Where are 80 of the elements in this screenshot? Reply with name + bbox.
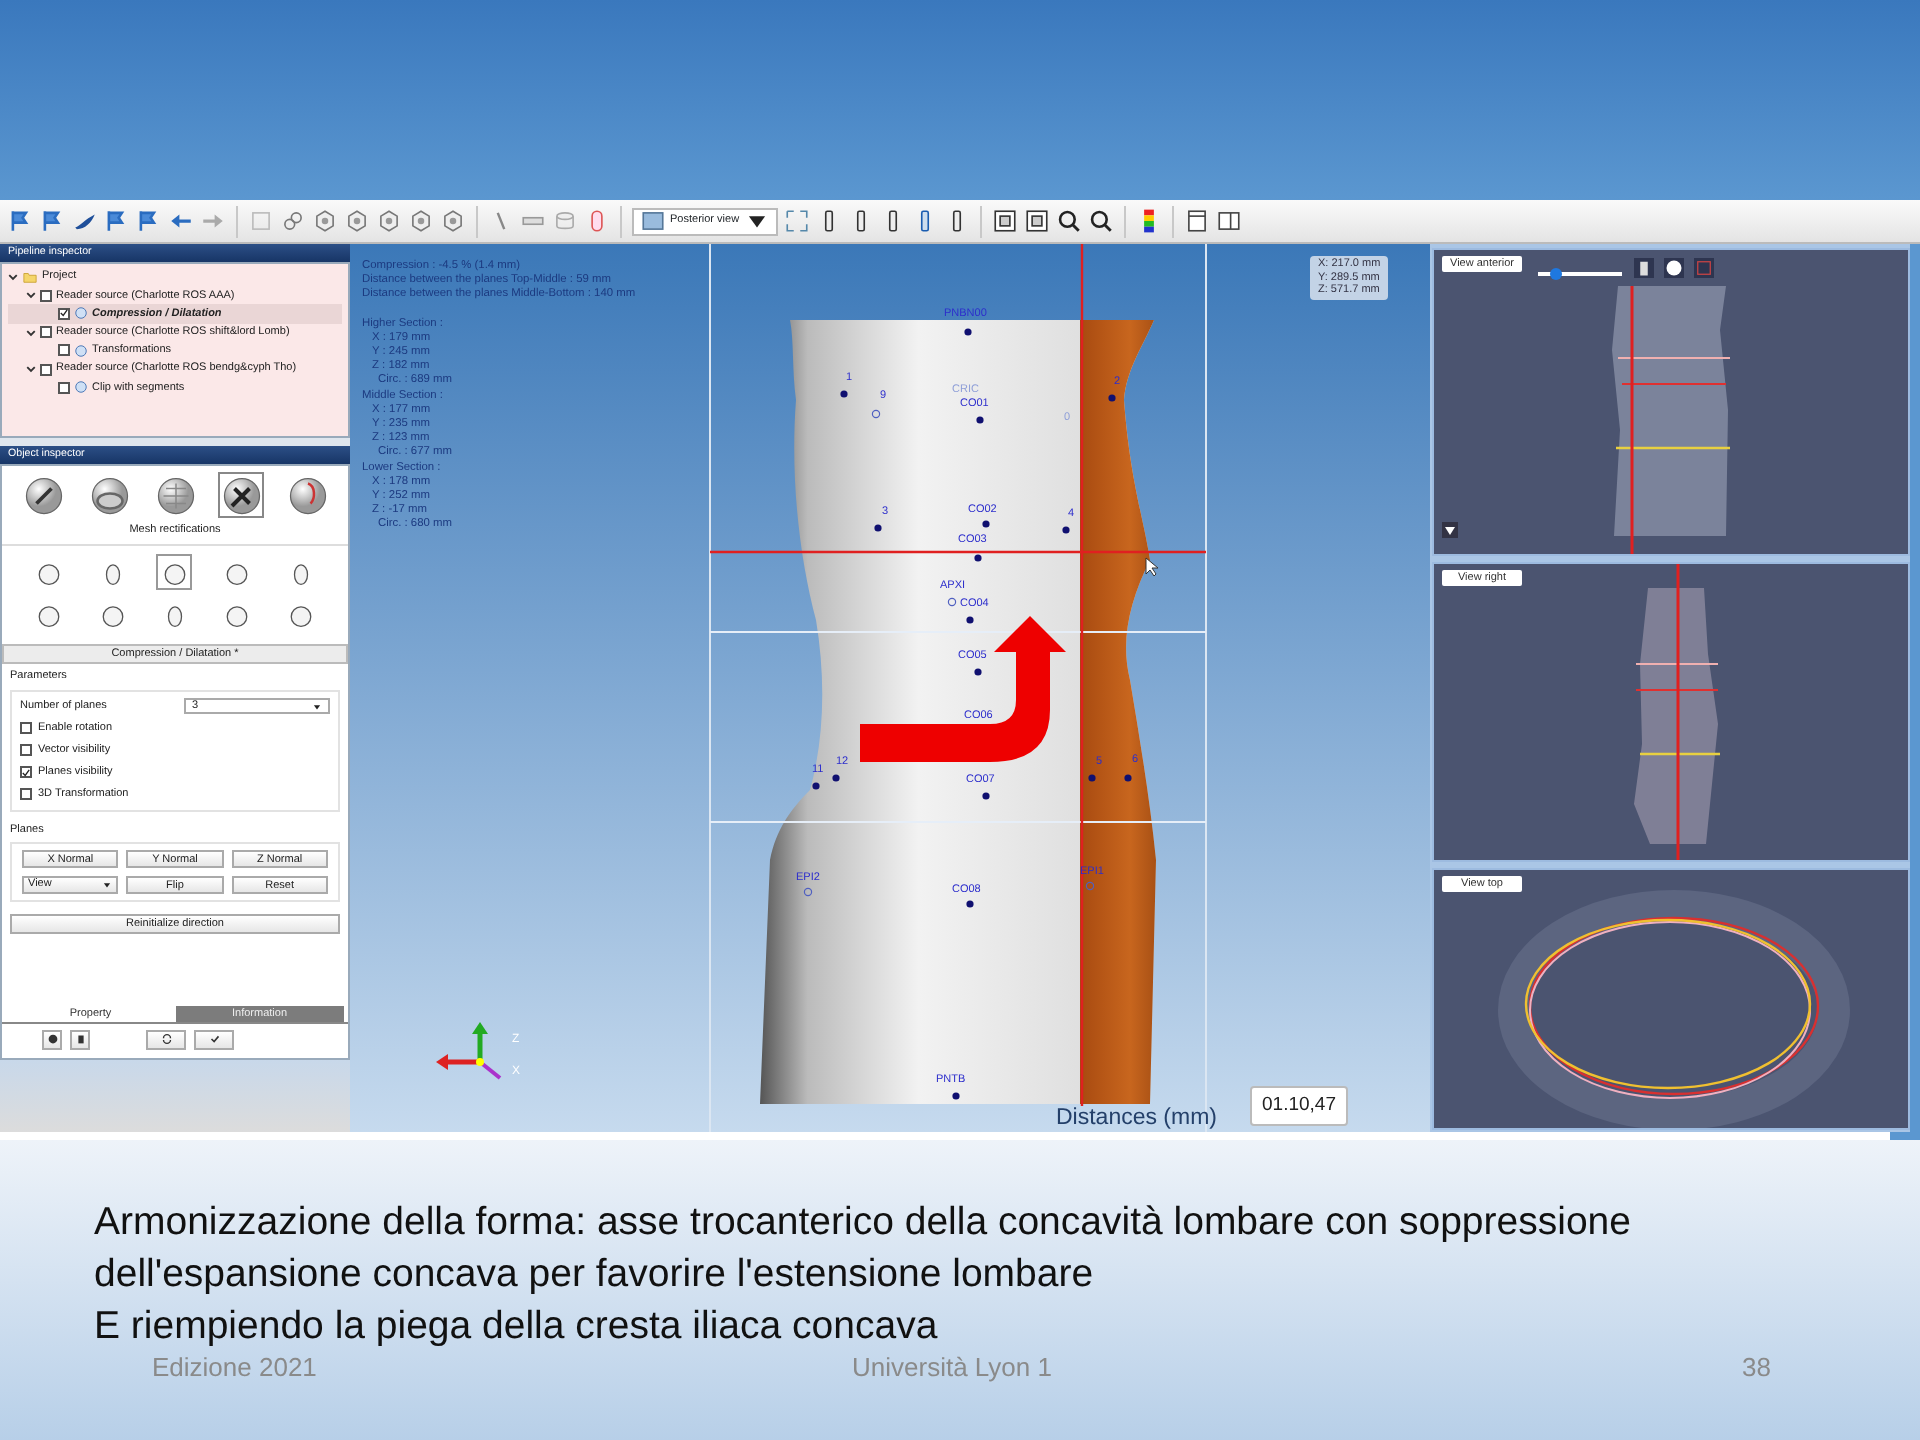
search-icon[interactable] xyxy=(1055,208,1082,234)
viewport[interactable] xyxy=(350,244,1430,1132)
check-icon[interactable] xyxy=(194,1030,234,1050)
flag-icon[interactable] xyxy=(104,208,130,234)
footer-text: Edizione 2021 xyxy=(152,1354,319,1382)
landmark-dot xyxy=(871,409,881,419)
hexagon-icon[interactable] xyxy=(376,208,402,234)
flag-icon[interactable] xyxy=(136,208,162,234)
landmark-dot xyxy=(803,887,813,897)
landmark-dot xyxy=(1062,526,1070,534)
sphere-icon xyxy=(74,380,88,395)
caption-text: Armonizzazione della forma: asse trocanterico della concavità lombare con soppressione dell'espansione concava per favorire l'estensione lombare xyxy=(94,1198,1633,1300)
checkbox[interactable] xyxy=(20,766,32,778)
landmark-dot xyxy=(812,782,820,790)
dropdown-icon[interactable] xyxy=(1442,522,1458,538)
trash-icon[interactable] xyxy=(70,1030,90,1050)
checkbox[interactable] xyxy=(40,289,52,302)
checkbox[interactable] xyxy=(58,381,70,394)
expand-icon[interactable] xyxy=(8,272,18,283)
landmark-dot xyxy=(1085,881,1095,891)
landmark-dot xyxy=(974,554,982,562)
view-icon xyxy=(640,208,666,234)
axes-drawing xyxy=(436,1022,502,1080)
flag-icon[interactable] xyxy=(8,208,34,234)
checkbox[interactable] xyxy=(40,363,52,376)
checkbox[interactable] xyxy=(40,326,52,339)
window-icon[interactable] xyxy=(1183,208,1210,234)
landmark-dot xyxy=(966,900,974,908)
landmark-dot xyxy=(982,520,990,528)
hexagon-icon[interactable] xyxy=(440,208,466,234)
cursor-icon xyxy=(1145,557,1159,577)
expand-icon[interactable] xyxy=(26,290,36,301)
slider-thumb[interactable] xyxy=(1550,267,1563,279)
search-icon[interactable] xyxy=(1087,208,1114,234)
landmark-dot xyxy=(1108,394,1116,402)
tools-icon[interactable] xyxy=(218,472,264,518)
caption-text: E riempiendo la piega della cresta iliaca concava xyxy=(94,1302,940,1352)
landmark-dot xyxy=(974,668,982,676)
landmark-dot xyxy=(947,597,957,607)
circle-icon[interactable] xyxy=(1664,258,1684,278)
sphere-icon[interactable] xyxy=(284,472,330,518)
refresh-icon[interactable] xyxy=(146,1030,186,1050)
landmark-dot xyxy=(952,1092,960,1100)
folder-icon xyxy=(22,270,38,285)
help-icon[interactable] xyxy=(42,1030,62,1050)
shapes-icon[interactable] xyxy=(86,472,132,518)
mesh-sphere-icon[interactable] xyxy=(152,472,198,518)
legend-title: Distances (mm) xyxy=(1056,1104,1218,1134)
landmark-dot xyxy=(1124,774,1132,782)
caret-icon xyxy=(102,879,113,890)
hexagon-icon[interactable] xyxy=(312,208,338,234)
expand-icon[interactable] xyxy=(26,327,36,338)
grid-icon[interactable] xyxy=(1023,208,1050,234)
flag-icon[interactable] xyxy=(40,208,66,234)
panel-icon[interactable] xyxy=(1215,208,1242,234)
checkbox[interactable] xyxy=(58,307,70,320)
checkbox[interactable] xyxy=(20,722,32,734)
landmark-dot xyxy=(964,328,972,336)
landmark-dot xyxy=(840,390,848,398)
hexagon-icon[interactable] xyxy=(408,208,434,234)
pencil-icon[interactable] xyxy=(20,472,66,518)
grid-icon[interactable] xyxy=(991,208,1018,234)
time-tooltip: 01.10,47 xyxy=(1250,1086,1348,1127)
hexagon-icon[interactable] xyxy=(344,208,370,234)
landmark-dot xyxy=(832,774,840,782)
landmark-dot xyxy=(966,616,974,624)
checkbox[interactable] xyxy=(20,744,32,756)
info-icon[interactable] xyxy=(1634,258,1654,278)
checkbox[interactable] xyxy=(20,788,32,800)
page-number: 38 xyxy=(1742,1354,1771,1382)
caret-icon xyxy=(312,701,322,711)
landmark-dot xyxy=(982,792,990,800)
sphere-icon xyxy=(74,306,88,321)
landmark-dot xyxy=(874,524,882,532)
landmark-dot xyxy=(1088,774,1096,782)
sphere-icon xyxy=(74,343,88,358)
expand-icon[interactable] xyxy=(26,364,36,375)
checkbox[interactable] xyxy=(58,344,70,357)
landmark-dot xyxy=(976,416,984,424)
footer-text: Università Lyon 1 xyxy=(852,1354,1054,1382)
